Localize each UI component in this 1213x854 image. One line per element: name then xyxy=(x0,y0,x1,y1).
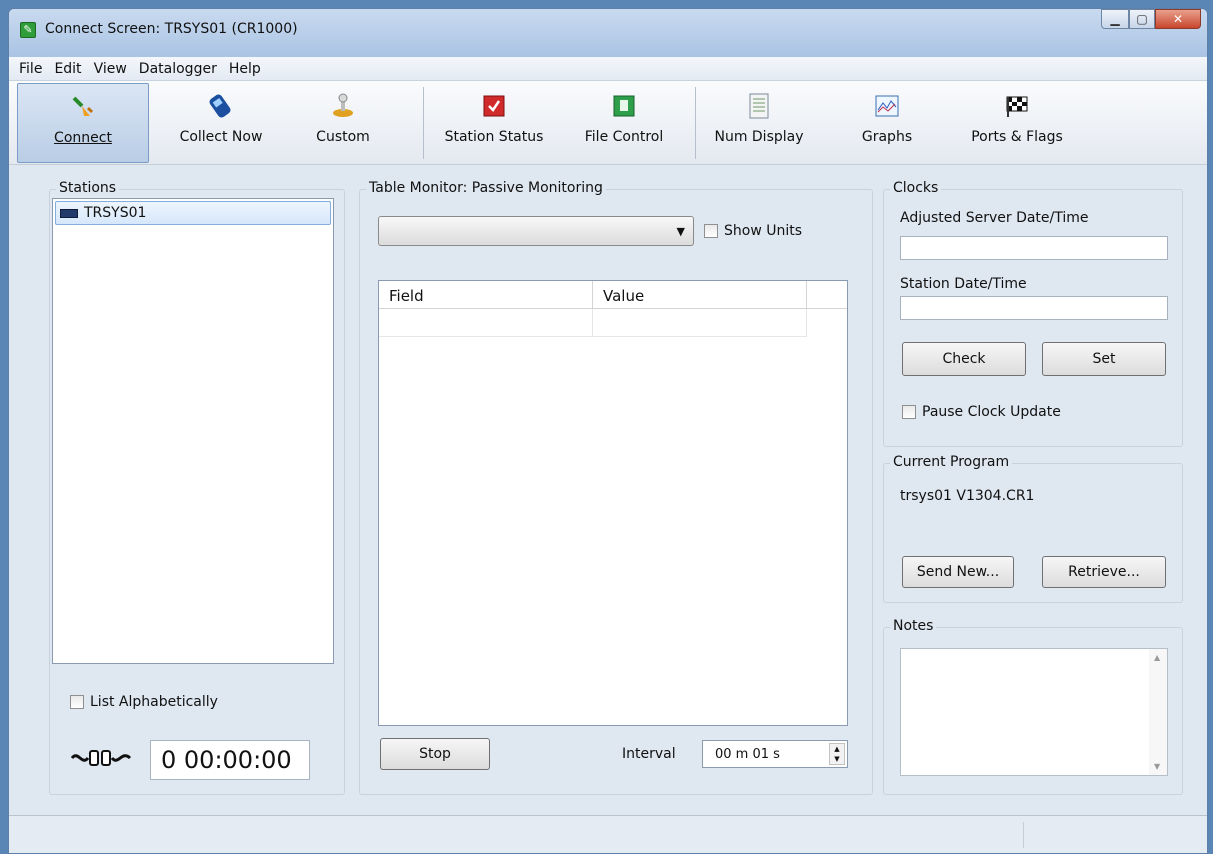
column-value[interactable]: Value xyxy=(593,281,807,308)
notes-group: Notes ▲ ▼ xyxy=(883,618,1183,795)
graphs-button[interactable]: Graphs xyxy=(845,83,929,163)
station-status-button[interactable]: Station Status xyxy=(433,83,555,163)
show-units-checkbox[interactable]: Show Units xyxy=(704,223,802,239)
toolbar: Connect Collect Now Custom Station Statu… xyxy=(9,81,1207,165)
menu-bar: File Edit View Datalogger Help xyxy=(9,57,1207,81)
program-name: trsys01 V1304.CR1 xyxy=(900,488,1035,504)
current-program-label: Current Program xyxy=(890,454,1013,470)
field-value-table[interactable]: Field Value xyxy=(378,280,848,726)
close-button[interactable]: ✕ xyxy=(1155,9,1201,29)
current-program-group: Current Program trsys01 V1304.CR1 Send N… xyxy=(883,454,1183,603)
spinner-arrows-icon[interactable]: ▲ ▼ xyxy=(829,743,845,765)
ports-flags-button[interactable]: Ports & Flags xyxy=(955,83,1079,163)
stop-button[interactable]: Stop xyxy=(380,738,490,770)
notes-scrollbar[interactable]: ▲ ▼ xyxy=(1149,649,1167,775)
app-icon: ✎ xyxy=(20,22,36,38)
send-new-button[interactable]: Send New... xyxy=(902,556,1014,588)
check-clock-button[interactable]: Check xyxy=(902,342,1026,376)
connection-timer: 0 00:00:00 xyxy=(150,740,310,780)
plug-icon xyxy=(70,94,96,120)
stations-list[interactable]: TRSYS01 xyxy=(52,198,334,664)
pause-clock-checkbox[interactable]: Pause Clock Update xyxy=(902,404,1061,420)
dropdown-arrow-icon: ▼ xyxy=(676,225,685,238)
file-control-icon xyxy=(611,93,637,119)
table-row xyxy=(379,309,847,337)
station-time-field[interactable] xyxy=(900,296,1168,320)
title-bar: ✎ Connect Screen: TRSYS01 (CR1000) ▁ ▢ ✕ xyxy=(9,9,1207,57)
table-monitor-group: Table Monitor: Passive Monitoring ▼ Show… xyxy=(359,180,873,795)
menu-help[interactable]: Help xyxy=(225,61,269,77)
retrieve-button[interactable]: Retrieve... xyxy=(1042,556,1166,588)
clocks-label: Clocks xyxy=(890,180,942,196)
server-time-field[interactable] xyxy=(900,236,1168,260)
joystick-icon xyxy=(330,93,356,119)
custom-button[interactable]: Custom xyxy=(295,83,391,163)
graph-icon xyxy=(874,93,900,119)
clocks-group: Clocks Adjusted Server Date/Time Station… xyxy=(883,180,1183,447)
menu-view[interactable]: View xyxy=(90,61,135,77)
num-display-icon xyxy=(746,93,772,119)
checkered-flag-icon xyxy=(1004,93,1030,119)
interval-label: Interval xyxy=(622,746,676,762)
phone-icon xyxy=(208,93,234,119)
menu-edit[interactable]: Edit xyxy=(50,61,89,77)
scroll-down-icon[interactable]: ▼ xyxy=(1154,762,1160,771)
connect-button[interactable]: Connect xyxy=(17,83,149,163)
status-bar xyxy=(9,815,1207,853)
stations-label: Stations xyxy=(56,180,120,196)
station-time-label: Station Date/Time xyxy=(900,276,1027,292)
notes-textarea[interactable]: ▲ ▼ xyxy=(900,648,1168,776)
menu-datalogger[interactable]: Datalogger xyxy=(135,61,225,77)
list-item[interactable]: TRSYS01 xyxy=(55,201,331,225)
datalogger-icon xyxy=(60,208,78,218)
server-time-label: Adjusted Server Date/Time xyxy=(900,210,1089,226)
status-check-icon xyxy=(481,93,507,119)
status-divider xyxy=(1023,822,1024,848)
table-header: Field Value xyxy=(379,281,847,309)
minimize-button[interactable]: ▁ xyxy=(1101,9,1129,29)
set-clock-button[interactable]: Set xyxy=(1042,342,1166,376)
scroll-up-icon[interactable]: ▲ xyxy=(1154,653,1160,662)
table-select[interactable]: ▼ xyxy=(378,216,694,246)
file-control-button[interactable]: File Control xyxy=(569,83,679,163)
maximize-button[interactable]: ▢ xyxy=(1129,9,1155,29)
num-display-button[interactable]: Num Display xyxy=(705,83,813,163)
menu-file[interactable]: File xyxy=(15,61,50,77)
stations-group: Stations TRSYS01 List Alphabetically 0 0… xyxy=(49,180,345,795)
interval-spinner[interactable]: 00 m 01 s ▲ ▼ xyxy=(702,740,848,768)
main-window: ✎ Connect Screen: TRSYS01 (CR1000) ▁ ▢ ✕… xyxy=(8,8,1208,854)
window-controls: ▁ ▢ ✕ xyxy=(1101,9,1201,29)
toolbar-separator xyxy=(695,87,696,159)
list-alphabetically-checkbox[interactable]: List Alphabetically xyxy=(70,694,218,710)
collect-now-button[interactable]: Collect Now xyxy=(161,83,281,163)
table-monitor-label: Table Monitor: Passive Monitoring xyxy=(366,180,606,196)
window-title: Connect Screen: TRSYS01 (CR1000) xyxy=(45,21,298,37)
connection-plug-icon xyxy=(70,746,132,770)
column-field[interactable]: Field xyxy=(379,281,593,308)
notes-label: Notes xyxy=(890,618,937,634)
toolbar-separator xyxy=(423,87,424,159)
